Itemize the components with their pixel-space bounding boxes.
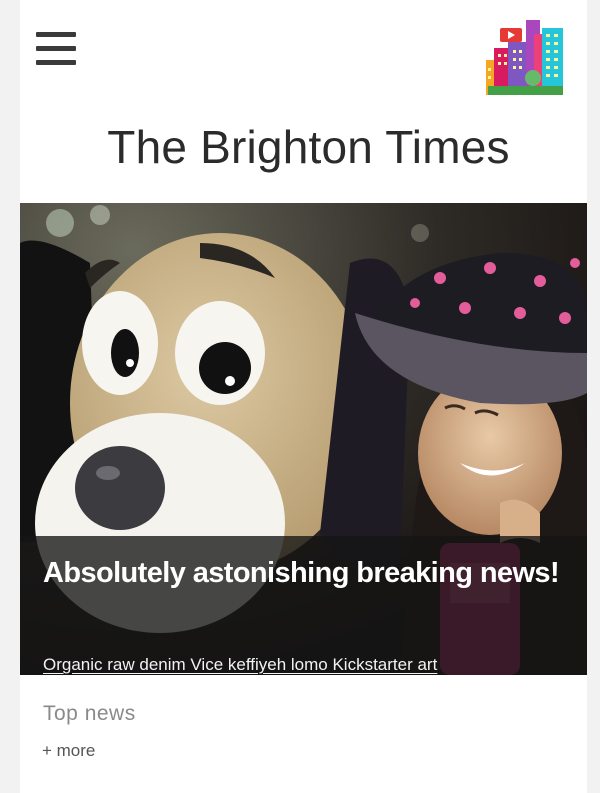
featured-headline[interactable]: Absolutely astonishing breaking news! — [43, 555, 563, 592]
masthead-title[interactable]: The Brighton Times — [20, 120, 587, 174]
hamburger-menu-icon[interactable] — [36, 32, 76, 66]
city-buildings-logo-icon[interactable] — [486, 20, 563, 95]
featured-story-card[interactable]: Absolutely astonishing breaking news! Or… — [20, 203, 587, 675]
more-link[interactable]: + more — [42, 741, 95, 761]
featured-summary[interactable]: Organic raw denim Vice keffiyeh lomo Kic… — [43, 655, 583, 675]
top-news-heading: Top news — [43, 702, 136, 725]
page: The Brighton Times Absolutely astonishin… — [20, 0, 587, 793]
